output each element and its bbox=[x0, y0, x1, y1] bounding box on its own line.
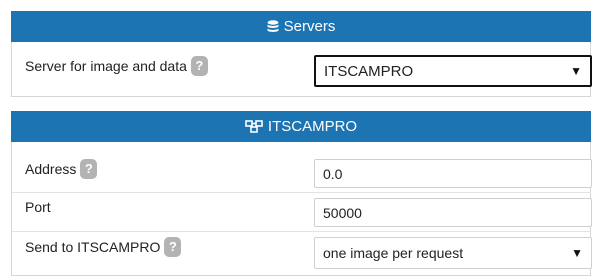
server-label: Server for image and data ? bbox=[25, 56, 208, 76]
send-to-label-text: Send to ITSCAMPRO bbox=[25, 239, 161, 255]
server-row: Server for image and data ? ITSCAMPRO ▼ bbox=[12, 43, 592, 97]
address-input-value: 0.0 bbox=[323, 165, 343, 182]
servers-panel-title: Servers bbox=[283, 18, 336, 35]
chevron-down-icon: ▼ bbox=[571, 246, 583, 260]
server-select-value: ITSCAMPRO bbox=[324, 62, 414, 80]
itscampro-panel-header: ITSCAMPRO bbox=[11, 111, 591, 142]
send-to-label: Send to ITSCAMPRO ? bbox=[25, 237, 182, 257]
send-to-select[interactable]: one image per request ▼ bbox=[314, 237, 592, 269]
itscampro-panel-title: ITSCAMPRO bbox=[267, 118, 358, 135]
servers-panel: Servers Server for image and data ? ITSC… bbox=[11, 11, 592, 97]
address-label-text: Address bbox=[25, 161, 77, 177]
port-input[interactable]: 50000 bbox=[314, 198, 592, 227]
chevron-down-icon: ▼ bbox=[570, 64, 582, 78]
database-icon bbox=[267, 20, 279, 33]
port-label: Port bbox=[25, 199, 51, 215]
address-label: Address ? bbox=[25, 159, 98, 179]
server-select[interactable]: ITSCAMPRO ▼ bbox=[314, 55, 592, 87]
address-input[interactable]: 0.0 bbox=[314, 159, 592, 188]
servers-panel-header: Servers bbox=[11, 11, 591, 42]
port-label-text: Port bbox=[25, 199, 51, 215]
server-label-text: Server for image and data bbox=[25, 58, 187, 74]
help-icon[interactable]: ? bbox=[164, 237, 182, 257]
row-divider bbox=[12, 231, 590, 232]
itscampro-panel: ITSCAMPRO Address ? 0.0 Port 50000 Send … bbox=[11, 111, 592, 276]
port-input-value: 50000 bbox=[323, 204, 362, 221]
send-to-select-value: one image per request bbox=[323, 245, 464, 261]
row-divider bbox=[12, 192, 590, 193]
help-icon[interactable]: ? bbox=[80, 159, 98, 179]
network-icon bbox=[245, 120, 263, 133]
help-icon[interactable]: ? bbox=[190, 56, 208, 76]
